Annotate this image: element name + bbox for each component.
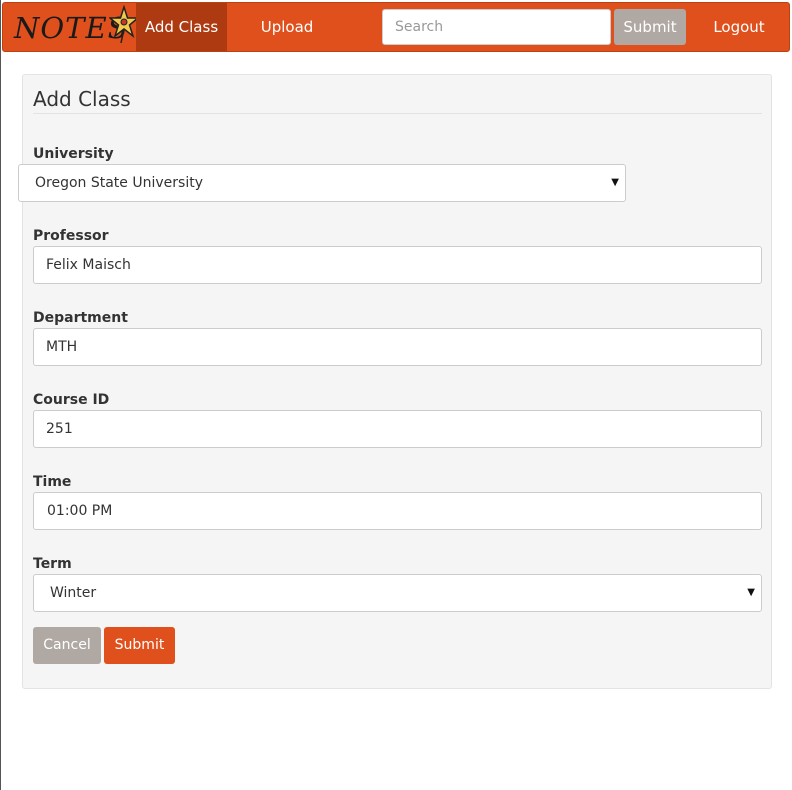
navbar: NOTES Add Class Upload Notes Submit Logo… <box>2 2 790 84</box>
time-input[interactable]: 01:00 PM <box>33 492 762 530</box>
course-id-value: 251 <box>46 421 73 437</box>
department-input[interactable]: MTH <box>33 328 762 366</box>
course-id-label: Course ID <box>33 392 110 408</box>
add-class-form: Add Class University Oregon State Univer… <box>18 74 772 689</box>
time-value: 01:00 PM <box>47 503 113 519</box>
nav-add-class[interactable]: Add Class <box>136 3 227 51</box>
university-value: Oregon State University <box>35 175 203 191</box>
term-value: Winter <box>50 585 97 601</box>
brand-logo[interactable]: NOTES <box>12 3 139 51</box>
chevron-down-icon: ▼ <box>747 587 755 598</box>
submit-button[interactable]: Submit <box>104 627 175 664</box>
department-value: MTH <box>46 339 78 355</box>
term-select[interactable]: Winter ▼ <box>33 574 762 612</box>
cancel-button[interactable]: Cancel <box>33 627 101 664</box>
professor-input[interactable]: Felix Maisch <box>33 246 762 284</box>
term-label: Term <box>33 556 72 572</box>
search-input[interactable] <box>382 9 611 45</box>
page-title: Add Class <box>33 87 131 111</box>
nav-upload-notes[interactable]: Upload Notes <box>239 3 335 84</box>
logout-link[interactable]: Logout <box>703 3 775 51</box>
star-logo-icon <box>109 5 139 44</box>
time-label: Time <box>33 474 72 490</box>
university-label: University <box>33 146 114 162</box>
university-select[interactable]: Oregon State University ▼ <box>18 164 626 202</box>
window-left-border <box>0 0 1 790</box>
chevron-down-icon: ▼ <box>611 177 619 188</box>
search-submit-button[interactable]: Submit <box>614 9 686 45</box>
professor-label: Professor <box>33 228 109 244</box>
course-id-input[interactable]: 251 <box>33 410 762 448</box>
professor-value: Felix Maisch <box>46 257 131 273</box>
title-divider <box>33 113 762 114</box>
department-label: Department <box>33 310 128 326</box>
